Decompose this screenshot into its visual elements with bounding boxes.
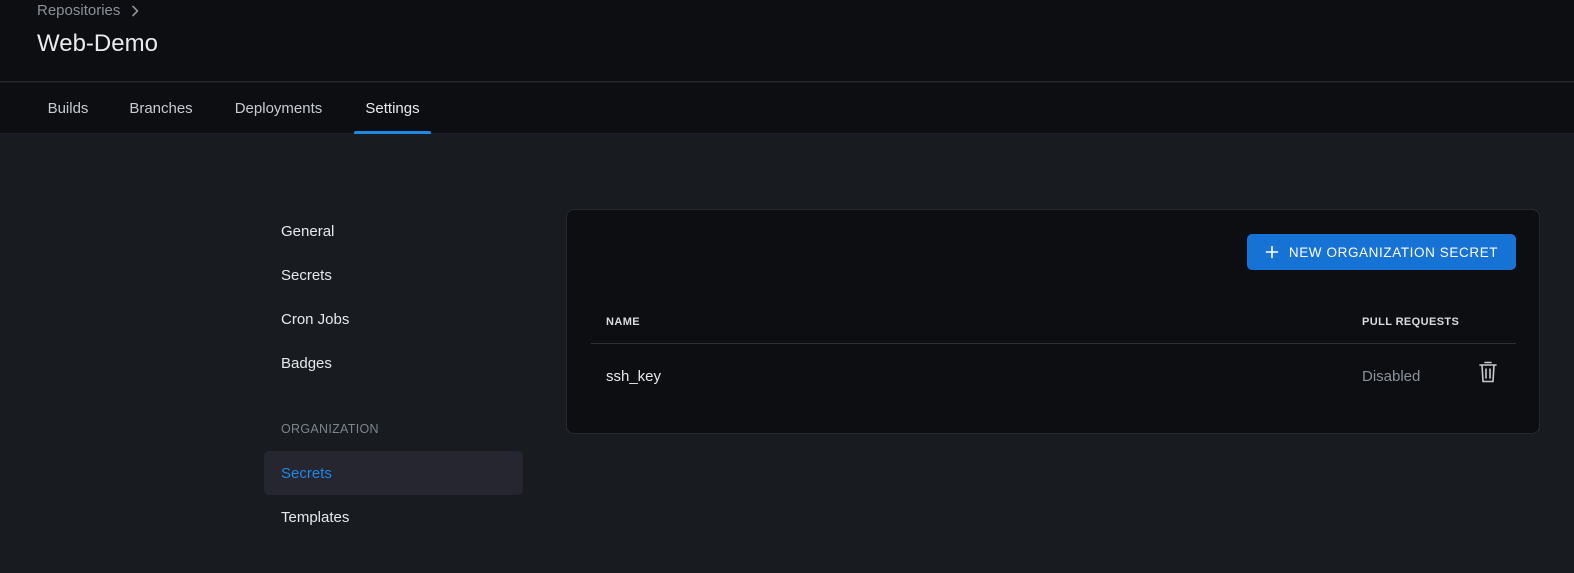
sidebar-item-badges[interactable]: Badges [264, 341, 523, 385]
sidebar-item-org-secrets[interactable]: Secrets [264, 451, 523, 495]
column-header-pull-requests: PULL REQUESTS [1362, 316, 1460, 328]
tab-bar: Builds Branches Deployments Settings [0, 83, 1574, 134]
tab-builds[interactable]: Builds [37, 83, 99, 134]
sidebar-item-secrets[interactable]: Secrets [264, 253, 523, 297]
top-bar: Repositories Web-Demo [0, 0, 1574, 82]
sidebar-item-templates[interactable]: Templates [264, 495, 523, 539]
trash-icon [1478, 360, 1498, 389]
org-secrets-card: NEW ORGANIZATION SECRET NAME PULL REQUES… [566, 209, 1540, 434]
new-organization-secret-label: NEW ORGANIZATION SECRET [1288, 244, 1499, 260]
sidebar-heading-organization: ORGANIZATION [281, 422, 379, 436]
secret-name: ssh_key [606, 368, 662, 385]
chevron-right-icon [128, 4, 142, 18]
table-divider [591, 343, 1516, 344]
tab-settings[interactable]: Settings [354, 83, 431, 134]
plus-icon [1265, 245, 1279, 259]
column-header-name: NAME [606, 316, 640, 328]
tab-branches[interactable]: Branches [118, 83, 204, 134]
sidebar-item-general[interactable]: General [264, 209, 523, 253]
page-title: Web-Demo [37, 30, 158, 57]
delete-secret-button[interactable] [1477, 360, 1499, 389]
breadcrumb-repositories-link[interactable]: Repositories [37, 2, 120, 19]
tab-deployments[interactable]: Deployments [222, 83, 335, 134]
new-organization-secret-button[interactable]: NEW ORGANIZATION SECRET [1247, 234, 1516, 270]
breadcrumb: Repositories [37, 2, 142, 19]
sidebar-item-cron-jobs[interactable]: Cron Jobs [264, 297, 523, 341]
pull-requests-status: Disabled [1362, 368, 1421, 385]
